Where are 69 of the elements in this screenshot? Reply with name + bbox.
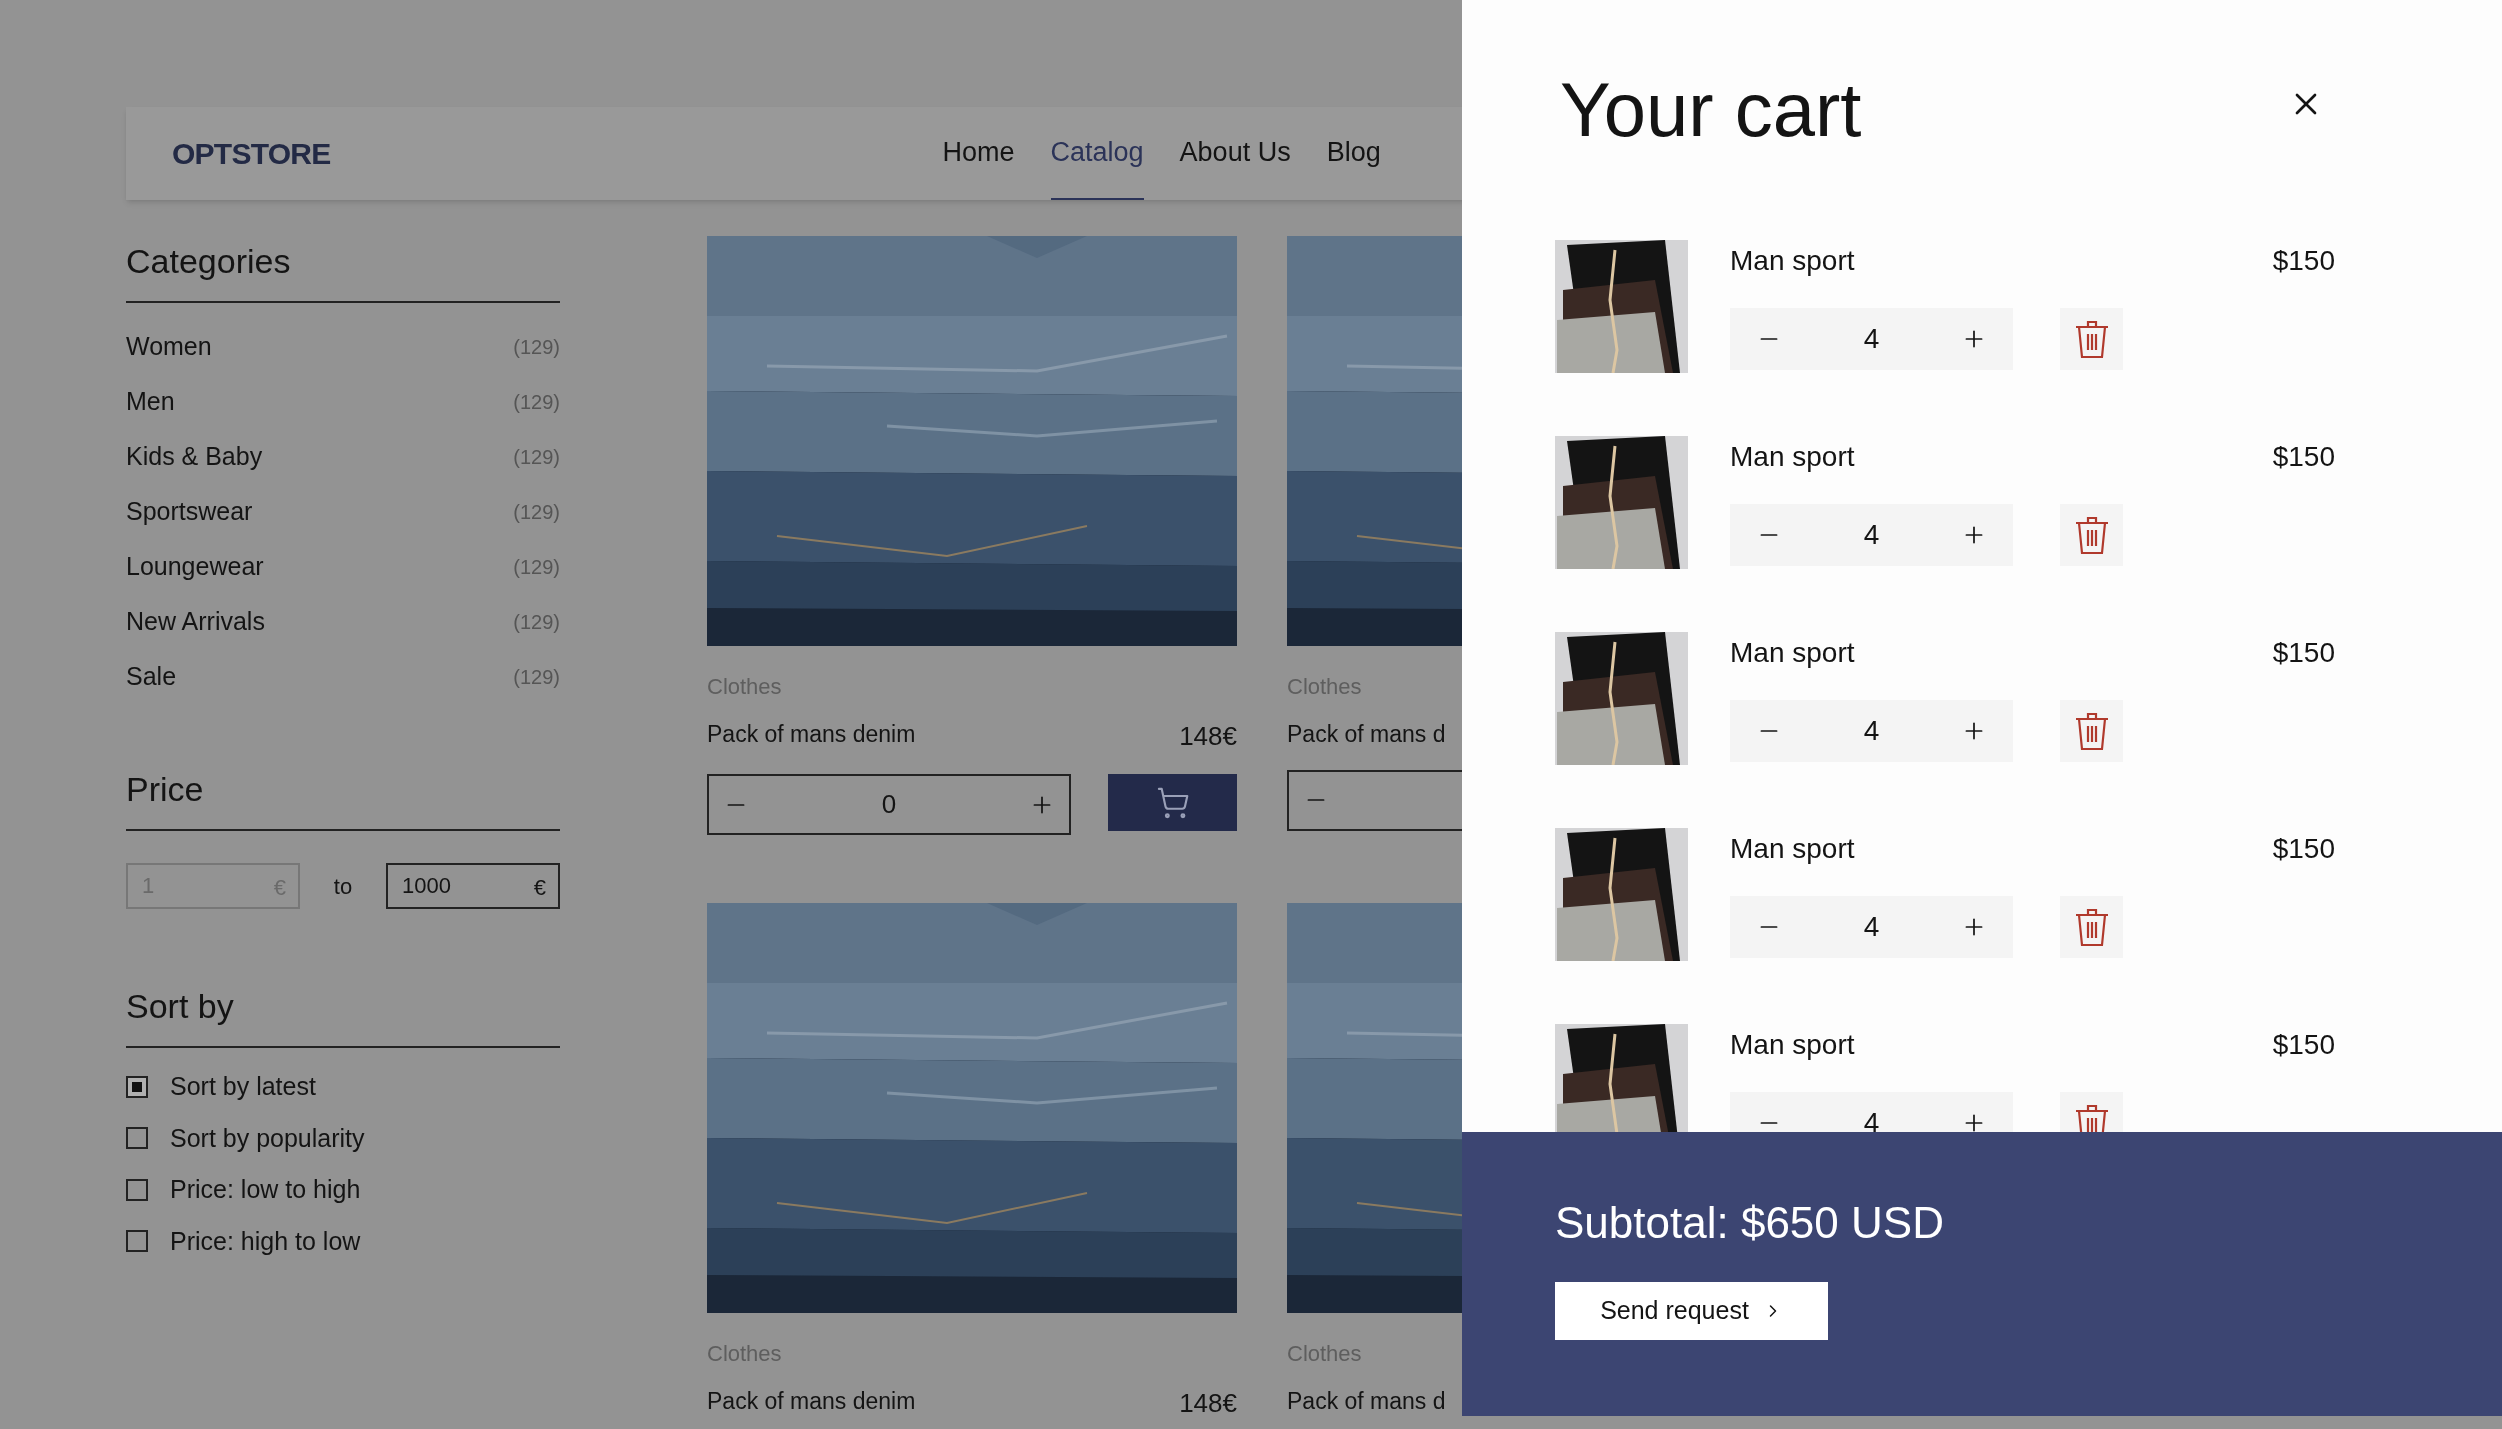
section-heading: Sort by [126,981,560,1048]
category-count: (129) [513,444,560,470]
trash-icon [2073,907,2110,947]
category-count: (129) [513,609,560,635]
sort-option-label[interactable]: Price: low to high [170,1171,361,1209]
nav-link[interactable]: Blog [1326,107,1381,200]
quantity-value: 4 [1863,714,1880,748]
cart-item-price: $150 [2272,1028,2335,1062]
add-to-cart-button[interactable] [1108,774,1237,831]
product-name[interactable]: Pack of mans denim [707,717,916,756]
nav-link[interactable]: Catalog [1050,107,1144,200]
category-count: (129) [513,389,560,415]
category-count: (129) [513,554,560,580]
send-request-button[interactable]: Send request [1555,1282,1828,1340]
category-count: (129) [513,499,560,525]
cart-title: Your cart [1560,72,1862,148]
remove-item-button[interactable] [2060,700,2123,762]
quantity-value: 0 [881,788,897,821]
category-count: (129) [513,334,560,360]
product-name[interactable]: Pack of mans denim [707,1384,916,1423]
product-name[interactable]: Pack of mans d [1287,717,1446,752]
sort-option-label[interactable]: Sort by popularity [170,1119,365,1157]
store-logo[interactable]: OPTSTORE [172,131,331,176]
product-name[interactable]: Pack of mans d [1287,1384,1446,1419]
sort-option-label[interactable]: Sort by latest [170,1068,316,1106]
product-price: 148€ [1179,1387,1237,1420]
category-link[interactable]: Women [126,327,212,366]
section-heading: Price [126,764,560,831]
quantity-value: 4 [1863,910,1880,944]
currency-sign: € [533,874,546,902]
trash-icon [2073,515,2110,555]
cart-icon [1155,785,1190,820]
trash-icon [2073,1103,2110,1132]
sort-option-label[interactable]: Price: high to low [170,1222,361,1260]
nav-link[interactable]: About Us [1179,107,1291,200]
category-link[interactable]: Kids & Baby [126,437,263,476]
product-price: 148€ [1179,720,1237,753]
quantity-value: 4 [1863,322,1880,356]
radio-box[interactable] [126,1178,148,1201]
cart-item-price: $150 [2272,440,2335,474]
category-link[interactable]: Men [126,382,175,421]
section-heading: Categories [126,236,560,303]
category-link[interactable]: New Arrivals [126,602,265,641]
nav-link[interactable]: Home [942,107,1015,200]
remove-item-button[interactable] [2060,504,2123,566]
radio-box[interactable] [126,1230,148,1253]
cart-item-name: Man sport [1730,440,1855,474]
radio-box[interactable] [126,1127,148,1150]
category-link[interactable]: Loungewear [126,547,264,586]
currency-sign: € [273,874,286,902]
quantity-value: 4 [1863,1106,1880,1132]
cart-item-price: $150 [2272,244,2335,278]
subtotal-text: Subtotal: $650 USD [1555,1197,1945,1249]
quantity-value: 4 [1863,518,1880,552]
trash-icon [2073,711,2110,751]
cart-item-name: Man sport [1730,244,1855,278]
remove-item-button[interactable] [2060,308,2123,370]
trash-icon [2073,319,2110,359]
category-count: (129) [513,664,560,690]
cart-item-name: Man sport [1730,832,1855,866]
cart-item-price: $150 [2272,636,2335,670]
remove-item-button[interactable] [2060,896,2123,958]
cart-item-price: $150 [2272,832,2335,866]
cart-item-name: Man sport [1730,1028,1855,1062]
cart-item-name: Man sport [1730,636,1855,670]
range-separator: to [333,872,353,901]
category-link[interactable]: Sale [126,657,177,696]
radio-box[interactable] [126,1075,148,1098]
category-link[interactable]: Sportswear [126,492,253,531]
